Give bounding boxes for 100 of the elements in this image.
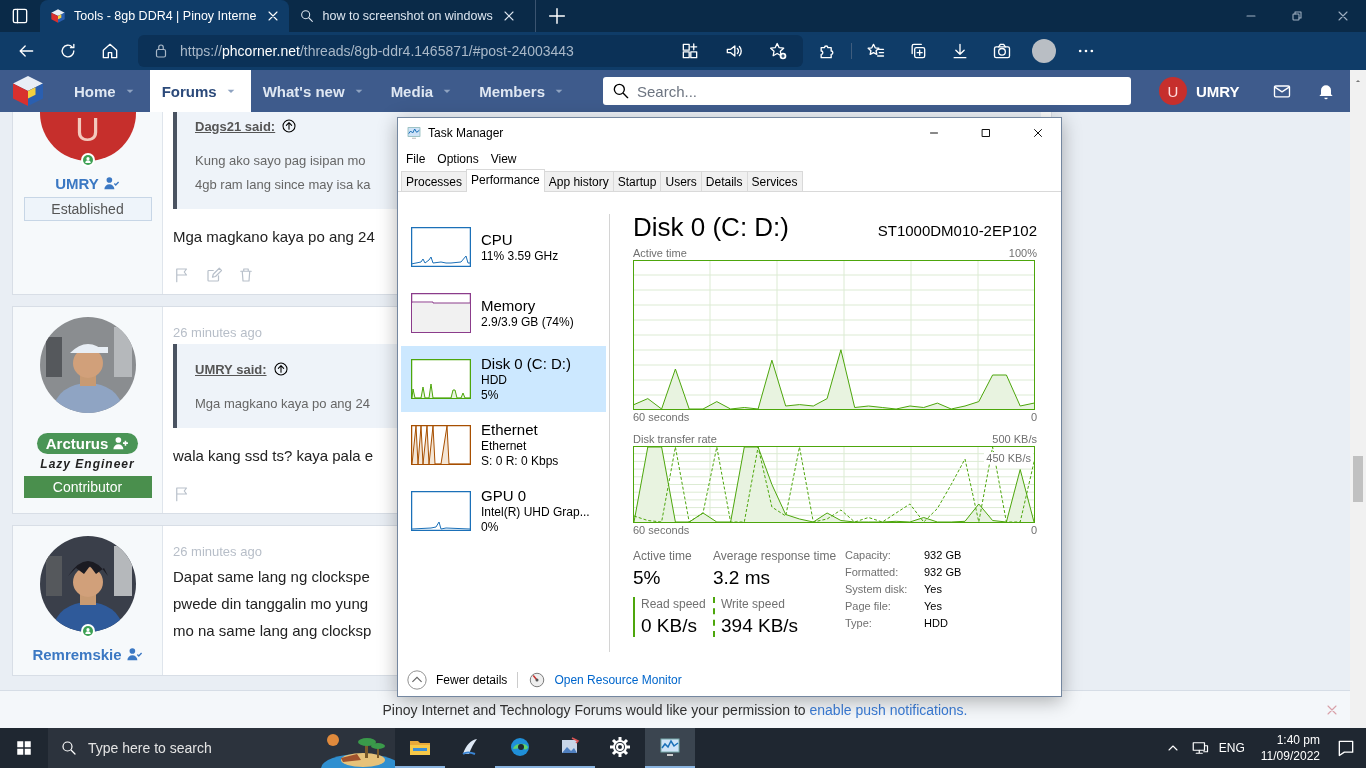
notification-message: Pinoy Internet and Technology Forums would like your permission to enable push notifications. bbox=[382, 701, 968, 718]
post-text: Dapat same lang ng clockspe bbox=[173, 567, 370, 587]
language-indicator[interactable]: ENG bbox=[1218, 741, 1245, 755]
stat-value: 394 KB/s bbox=[721, 615, 800, 637]
search-input[interactable]: Type here to search bbox=[88, 736, 288, 760]
apps-icon[interactable] bbox=[680, 41, 700, 61]
quote-text: 4gb ram lang since may isa ka bbox=[195, 176, 371, 194]
camera-icon[interactable] bbox=[992, 41, 1012, 61]
clock-time[interactable]: 1:40 pm bbox=[1276, 732, 1320, 748]
memory-usage-graph bbox=[411, 293, 471, 333]
ethernet-usage-graph bbox=[411, 425, 471, 465]
nav-tab[interactable]: Media bbox=[378, 70, 468, 112]
taskbar-search-field[interactable]: Type here to search bbox=[48, 728, 395, 768]
menu-item[interactable]: Options bbox=[431, 152, 485, 166]
post-time: 26 minutes ago bbox=[173, 325, 262, 340]
disk-model: ST1000DM010-2EP102 bbox=[877, 222, 1037, 239]
site-logo-icon bbox=[50, 8, 66, 24]
post-text: wala kang ssd ts? kaya pala e bbox=[173, 446, 374, 466]
search-field[interactable]: Search... bbox=[603, 77, 1131, 105]
settings-icon bbox=[608, 735, 632, 759]
property-label: Type: bbox=[845, 617, 873, 629]
device-list-item[interactable]: GPU 0 Intel(R) UHD Grap... 0% bbox=[401, 478, 606, 544]
stat-label: Average response time bbox=[713, 549, 838, 563]
taskbar-app[interactable] bbox=[645, 728, 695, 768]
notification-link[interactable]: enable push notifications. bbox=[809, 701, 968, 718]
tab[interactable]: Performance bbox=[466, 169, 545, 192]
property-value: Yes bbox=[924, 600, 943, 612]
tab[interactable]: Details bbox=[700, 171, 748, 191]
gpu-usage-graph bbox=[411, 491, 471, 531]
user-banner: Established bbox=[23, 197, 152, 221]
graph-label: 0 bbox=[1030, 523, 1037, 537]
search-icon bbox=[60, 739, 78, 757]
tab[interactable]: Users bbox=[660, 171, 702, 191]
nav-tab[interactable]: What's new bbox=[250, 70, 379, 112]
search-icon bbox=[611, 81, 631, 101]
quote-text: Kung ako sayo pag isipan mo bbox=[195, 152, 366, 170]
stat-label: Read speed bbox=[641, 597, 707, 611]
menu-item[interactable]: View bbox=[484, 152, 523, 166]
graph-label: 500 KB/s bbox=[992, 432, 1037, 446]
graph-label: 60 seconds bbox=[633, 410, 690, 424]
profile-avatar[interactable] bbox=[1032, 39, 1056, 63]
tab[interactable]: Services bbox=[746, 171, 803, 191]
menu-item[interactable]: File bbox=[400, 152, 432, 166]
clock-date[interactable]: 11/09/2022 bbox=[1260, 748, 1320, 764]
device-list-item[interactable]: Memory 2.9/3.9 GB (74%) bbox=[401, 280, 606, 346]
quote-author-link[interactable]: UMRY said: bbox=[195, 361, 267, 377]
tab-actions-icon[interactable] bbox=[10, 6, 30, 26]
arrow-up-circle-icon[interactable] bbox=[272, 361, 289, 377]
property-label: Page file: bbox=[845, 600, 892, 612]
tab[interactable]: Startup bbox=[612, 171, 662, 191]
home-icon[interactable] bbox=[100, 41, 120, 61]
quote-author-link[interactable]: Dags21 said: bbox=[195, 118, 276, 134]
notifications-icon[interactable] bbox=[1336, 738, 1356, 758]
username-link[interactable]: Arcturus bbox=[36, 433, 139, 454]
disk-usage-graph bbox=[411, 359, 471, 399]
resource-monitor-link[interactable]: Open Resource Monitor bbox=[554, 673, 682, 687]
graph-title: Disk transfer rate bbox=[633, 432, 717, 446]
property-value: 932 GB bbox=[924, 549, 962, 561]
restore-icon[interactable] bbox=[1289, 8, 1305, 24]
site-logo-icon[interactable] bbox=[10, 73, 46, 109]
user-avatar[interactable]: U bbox=[1159, 77, 1187, 105]
nav-tab[interactable]: Home bbox=[62, 70, 150, 112]
property-label: Capacity: bbox=[845, 549, 892, 561]
user-check-icon bbox=[102, 175, 120, 192]
browser-tab[interactable]: Tools - 8gb DDR4 | Pinoy Interne bbox=[40, 0, 289, 32]
user-banner: Contributor bbox=[23, 476, 152, 498]
stat-label: Write speed bbox=[721, 597, 786, 611]
tab[interactable]: App history bbox=[543, 171, 614, 191]
username-link[interactable]: UMRY bbox=[1196, 82, 1240, 100]
maximize-icon[interactable] bbox=[979, 126, 993, 140]
post-time: 26 minutes ago bbox=[173, 544, 262, 559]
nav-tab[interactable]: Forums bbox=[149, 70, 251, 112]
star-plus-icon[interactable] bbox=[768, 41, 788, 61]
chevron-up-circle-icon[interactable] bbox=[406, 669, 428, 691]
network-icon[interactable] bbox=[1190, 739, 1209, 757]
address-field[interactable]: https://phcorner.net/threads/8gb-ddr4.1465871/#post-24003443 bbox=[138, 35, 803, 67]
quote-text: Mga magkano kaya po ang 24 bbox=[195, 395, 370, 413]
scrollbar-thumb[interactable] bbox=[1353, 456, 1363, 502]
browser-tab[interactable]: how to screenshot on windows bbox=[288, 0, 525, 32]
graph-label: 60 seconds bbox=[633, 523, 690, 537]
tab[interactable]: Processes bbox=[401, 171, 468, 191]
nav-tab[interactable]: Members bbox=[467, 70, 579, 112]
username-link[interactable]: Remremskie bbox=[32, 646, 143, 663]
user-avatar[interactable]: U bbox=[39, 112, 136, 161]
search-icon bbox=[298, 8, 315, 24]
property-value: Yes bbox=[924, 583, 943, 595]
device-list-item[interactable]: CPU 11% 3.59 GHz bbox=[401, 214, 606, 280]
user-plus-icon bbox=[112, 435, 130, 452]
panel-title: Disk 0 (C: D:) bbox=[633, 212, 789, 243]
post-text: mo na same lang ang clocksp bbox=[173, 621, 372, 641]
device-list-item[interactable]: Disk 0 (C: D:) HDD 5% bbox=[401, 346, 606, 412]
stat-value: 5% bbox=[633, 567, 662, 589]
close-icon[interactable] bbox=[1031, 126, 1045, 140]
device-list-item[interactable]: Ethernet Ethernet S: 0 R: 0 Kbps bbox=[401, 412, 606, 478]
fewer-details-link[interactable]: Fewer details bbox=[436, 673, 508, 687]
resource-monitor-icon bbox=[528, 671, 547, 689]
username-link[interactable]: UMRY bbox=[55, 175, 120, 192]
arrow-up-circle-icon[interactable] bbox=[281, 118, 298, 134]
start-icon[interactable] bbox=[15, 739, 33, 757]
stat-label: Active time bbox=[633, 549, 693, 563]
